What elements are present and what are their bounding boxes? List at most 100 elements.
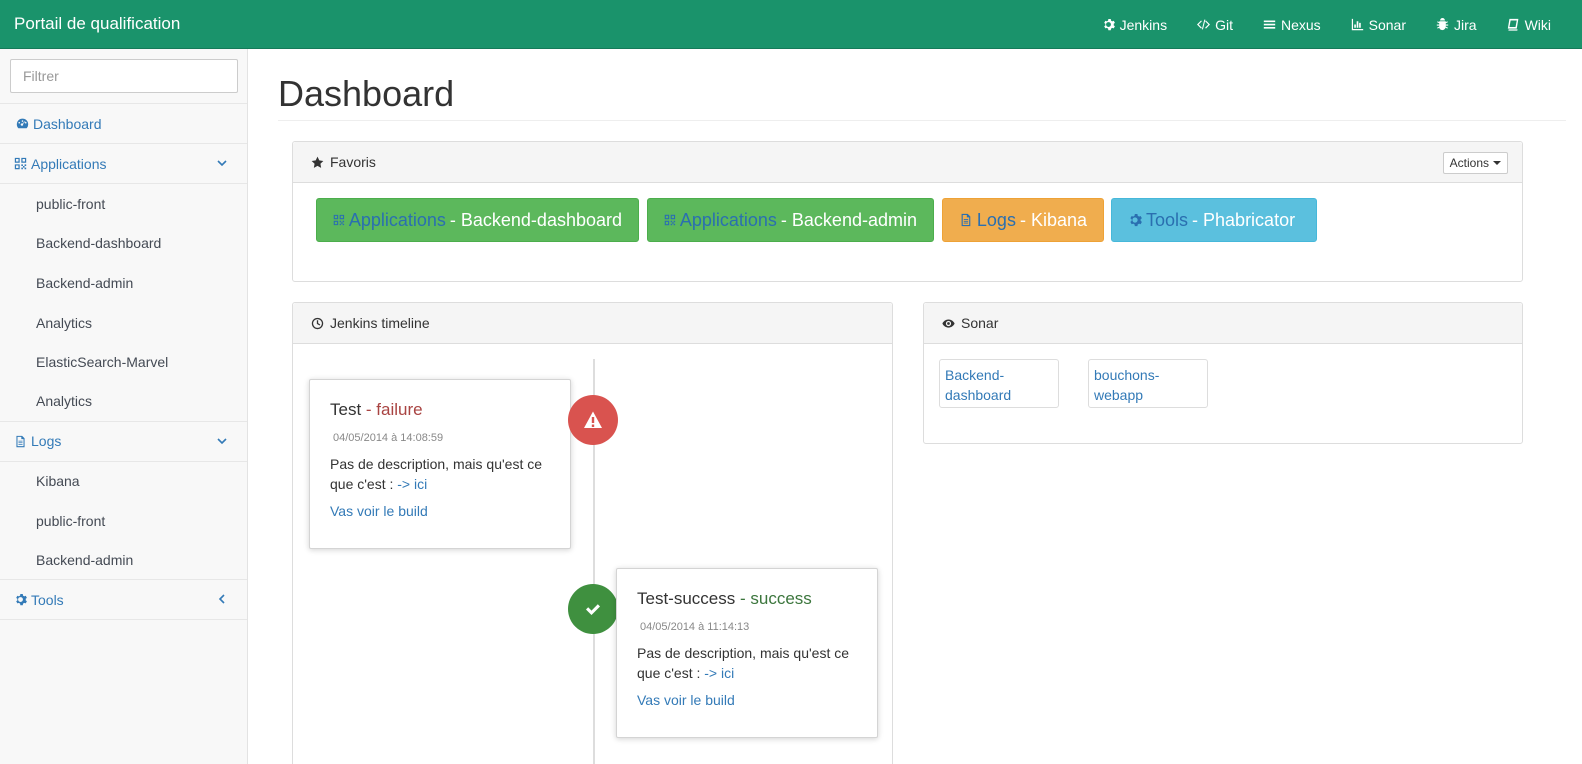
nav-link-git[interactable]: Git: [1182, 0, 1248, 49]
bug-icon: [1436, 18, 1449, 31]
sonar-panel-header: Sonar: [924, 303, 1522, 344]
success-badge: [568, 584, 618, 634]
sidebar-subitem-backend-admin[interactable]: Backend-admin: [0, 541, 247, 581]
sidebar-item-dashboard[interactable]: Dashboard: [0, 104, 247, 144]
clock-icon: [311, 317, 324, 329]
timeline-event-description: Pas de description, mais qu'est ce que c…: [330, 454, 550, 494]
sidebar-item-label: Tools: [31, 591, 64, 608]
file-icon: [961, 213, 971, 227]
nav-link-wiki[interactable]: Wiki: [1492, 0, 1566, 49]
sonar-project-bouchons-webapp[interactable]: bouchons-webapp: [1088, 359, 1208, 408]
job-status: failure: [376, 400, 423, 419]
brand-link[interactable]: Portail de qualification: [14, 14, 180, 34]
view-build-link[interactable]: Vas voir le build: [637, 692, 857, 708]
nav-link-jira[interactable]: Jira: [1421, 0, 1492, 49]
nav-link-sonar[interactable]: Sonar: [1336, 0, 1421, 49]
jenkins-panel-header: Jenkins timeline: [293, 303, 892, 344]
actions-label: Actions: [1449, 156, 1489, 170]
favorite-category: Applications: [679, 209, 777, 230]
favorite-name: - Backend-admin: [780, 209, 917, 230]
timeline-event-description: Pas de description, mais qu'est ce que c…: [637, 643, 857, 683]
favorite-name: - Kibana: [1019, 209, 1087, 230]
nav-link-label: Jira: [1454, 16, 1477, 33]
panel-title: Sonar: [961, 315, 999, 331]
chevron-left-icon: [218, 594, 225, 604]
file-icon: [16, 435, 25, 447]
favorite-name: - Backend-dashboard: [449, 209, 622, 230]
gear-icon: [16, 594, 27, 606]
sidebar-subitem-public-front[interactable]: public-front: [0, 184, 247, 224]
job-status: success: [750, 589, 812, 608]
sidebar-item-logs[interactable]: Logs: [0, 422, 247, 462]
job-separator: -: [735, 589, 751, 608]
page-title: Dashboard: [278, 73, 455, 114]
sidebar-subitem-elasticsearch-marvel[interactable]: ElasticSearch-Marvel: [0, 342, 247, 382]
nav-link-nexus[interactable]: Nexus: [1248, 0, 1336, 49]
sidebar-subitem-analytics[interactable]: Analytics: [0, 303, 247, 343]
nav-link-label: Wiki: [1524, 16, 1551, 33]
sidebar-subitem-kibana[interactable]: Kibana: [0, 462, 247, 502]
sidebar-item-tools[interactable]: Tools: [0, 580, 247, 621]
timeline-event-title: Test-success - success: [637, 589, 857, 609]
favorite-category: Logs: [976, 209, 1016, 230]
failure-badge: [568, 395, 618, 445]
code-icon: [1197, 19, 1211, 30]
sidebar-subitem-public-front[interactable]: public-front: [0, 501, 247, 541]
bar-chart-icon: [1351, 18, 1363, 31]
star-icon: [311, 156, 324, 168]
sidebar-item-label: Logs: [31, 433, 62, 450]
favorite-button-backend-admin[interactable]: Applications - Backend-admin: [647, 198, 934, 242]
actions-dropdown-button[interactable]: Actions: [1442, 152, 1508, 174]
timeline-event-date: 04/05/2014 à 11:14:13: [640, 621, 750, 633]
favorite-category: Tools: [1146, 209, 1189, 230]
top-navbar: Portail de qualification Jenkins Git Nex…: [0, 0, 1582, 49]
favorite-name: - Phabricator: [1192, 209, 1296, 230]
nav-link-label: Jenkins: [1119, 16, 1168, 33]
sidebar-subitem-backend-dashboard[interactable]: Backend-dashboard: [0, 224, 247, 264]
favoris-panel: Favoris Actions Applications - Backend-d…: [292, 141, 1523, 282]
job-name: Test-success: [637, 589, 736, 608]
sidebar: Dashboard Applications public-front Back…: [0, 49, 248, 764]
nav-link-label: Sonar: [1368, 16, 1406, 33]
bars-icon: [1263, 20, 1276, 29]
nav-link-label: Nexus: [1280, 16, 1321, 33]
eye-icon: [942, 318, 955, 328]
timeline-event-title: Test - failure: [330, 400, 550, 420]
warning-icon: [584, 411, 602, 428]
favorite-button-kibana[interactable]: Logs - Kibana: [942, 198, 1104, 242]
chevron-down-icon: [217, 437, 227, 444]
description-link[interactable]: -> ici: [704, 665, 734, 681]
sidebar-item-label: Applications: [31, 155, 107, 172]
timeline-event-card: Test - failure 04/05/2014 à 14:08:59 Pas…: [309, 379, 571, 549]
gear-icon: [1130, 214, 1142, 227]
sidebar-subitem-analytics-2[interactable]: Analytics: [0, 382, 247, 422]
job-name: Test: [330, 400, 362, 419]
gear-icon: [1103, 18, 1115, 31]
sidebar-item-applications[interactable]: Applications: [0, 144, 247, 184]
sonar-panel: Sonar Backend-dashboard bouchons-webapp: [923, 302, 1523, 444]
favorite-button-phabricator[interactable]: Tools - Phabricator: [1111, 198, 1317, 242]
timeline-event-card: Test-success - success 04/05/2014 à 11:1…: [616, 568, 878, 738]
chevron-down-icon: [217, 160, 227, 167]
sidebar-item-label: Dashboard: [33, 115, 102, 132]
nav-link-jenkins[interactable]: Jenkins: [1087, 0, 1182, 49]
caret-down-icon: [1493, 161, 1501, 165]
book-icon: [1507, 18, 1518, 31]
sidebar-subitem-backend-admin[interactable]: Backend-admin: [0, 263, 247, 303]
panel-title: Favoris: [330, 154, 376, 170]
job-separator: -: [361, 400, 377, 419]
panel-title: Jenkins timeline: [330, 315, 430, 331]
jenkins-timeline-panel: Jenkins timeline Test - failure 04/05/20…: [292, 302, 893, 764]
dashboard-icon: [16, 118, 29, 129]
check-icon: [586, 604, 600, 615]
description-link[interactable]: -> ici: [397, 476, 427, 492]
filter-input[interactable]: [10, 59, 238, 93]
qrcode-icon: [14, 157, 27, 170]
sonar-project-backend-dashboard[interactable]: Backend-dashboard: [939, 359, 1059, 408]
qrcode-icon: [333, 214, 345, 226]
view-build-link[interactable]: Vas voir le build: [330, 503, 550, 519]
description-text: Pas de description, mais qu'est ce que c…: [637, 645, 850, 681]
filter-wrapper: [0, 49, 247, 104]
favorite-button-backend-dashboard[interactable]: Applications - Backend-dashboard: [316, 198, 639, 242]
qrcode-icon: [664, 214, 676, 226]
